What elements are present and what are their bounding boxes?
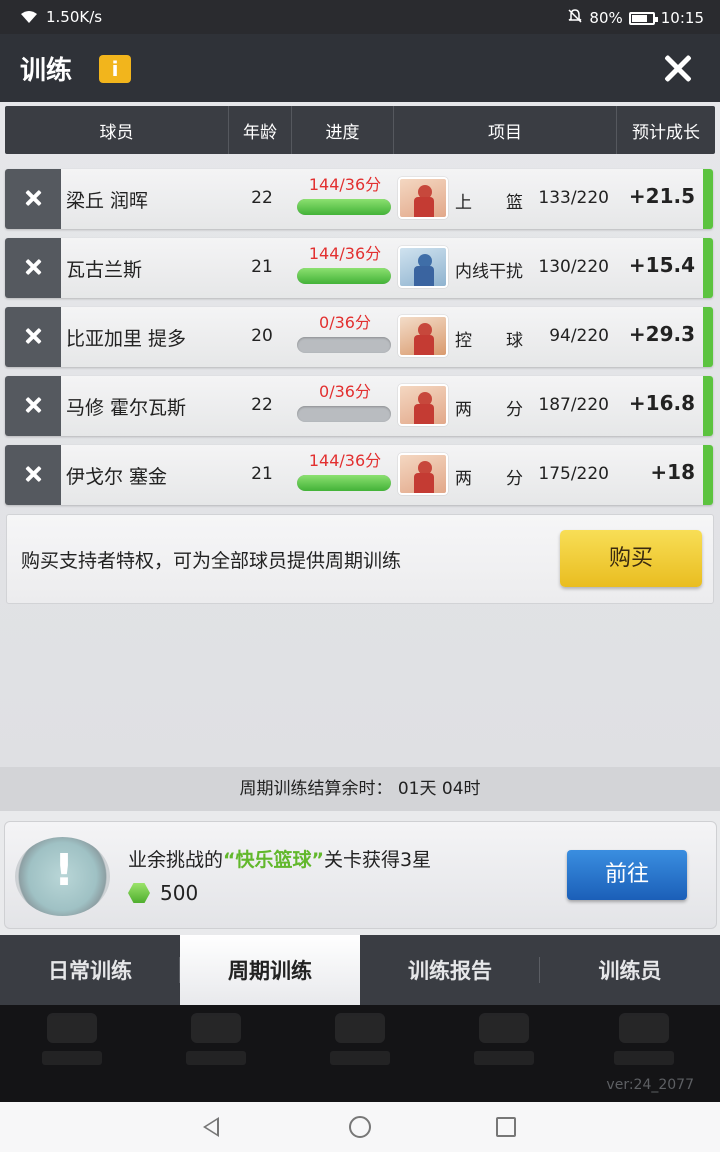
mute-icon bbox=[567, 8, 583, 28]
table-row: 比亚加里 提多 20 0/36分 控 球 94/220 +29.3 bbox=[5, 307, 713, 367]
training-item-value: 175/220 bbox=[538, 464, 609, 484]
player-name: 比亚加里 提多 bbox=[66, 328, 187, 350]
wifi-icon bbox=[20, 10, 38, 24]
table-row: 瓦古兰斯 21 144/36分 内线干扰 130/220 +15.4 bbox=[5, 238, 713, 298]
row-status-edge bbox=[703, 445, 713, 505]
home-icon[interactable] bbox=[349, 1116, 371, 1138]
back-icon[interactable] bbox=[203, 1117, 219, 1137]
training-item-value: 130/220 bbox=[538, 257, 609, 277]
blurred-nav-icon bbox=[42, 1013, 102, 1083]
reward-amount: 500 bbox=[160, 881, 199, 905]
column-age: 年龄 bbox=[229, 106, 292, 154]
bottom-tabs: 日常训练 周期训练 训练报告 训练员 bbox=[0, 935, 720, 1005]
table-row: 马修 霍尔瓦斯 22 0/36分 两 分 187/220 +16.8 bbox=[5, 376, 713, 436]
row-status-edge bbox=[703, 169, 713, 229]
table-row: 伊戈尔 塞金 21 144/36分 两 分 175/220 +18 bbox=[5, 445, 713, 505]
network-speed: 1.50K/s bbox=[46, 8, 103, 26]
table-row: 梁丘 润晖 22 144/36分 上 篮 133/220 +21.5 bbox=[5, 169, 713, 229]
remove-player-button[interactable] bbox=[5, 307, 61, 367]
remove-player-button[interactable] bbox=[5, 238, 61, 298]
tab-trainer[interactable]: 训练员 bbox=[540, 935, 720, 1005]
progress-fill bbox=[297, 268, 391, 284]
task-description: 业余挑战的“快乐篮球”关卡获得3星 bbox=[128, 849, 432, 871]
progress-fill bbox=[297, 199, 391, 215]
player-age: 22 bbox=[251, 188, 273, 208]
tab-daily-training[interactable]: 日常训练 bbox=[0, 935, 180, 1005]
promo-text: 购买支持者特权，可为全部球员提供周期训练 bbox=[21, 550, 402, 572]
progress-text: 0/36分 bbox=[319, 382, 371, 401]
progress-bar bbox=[297, 406, 391, 422]
blurred-nav-icon bbox=[614, 1013, 674, 1083]
background-game-nav: ver:24_2077 bbox=[0, 1005, 720, 1102]
expected-growth: +15.4 bbox=[628, 253, 695, 277]
battery-percent: 80% bbox=[589, 9, 623, 27]
expected-growth: +21.5 bbox=[628, 184, 695, 208]
go-button[interactable]: 前往 bbox=[567, 850, 687, 900]
column-growth: 预计成长 bbox=[632, 122, 700, 143]
column-progress: 进度 bbox=[292, 106, 394, 154]
supporter-promo: 购买支持者特权，可为全部球员提供周期训练 购买 bbox=[6, 514, 714, 604]
column-player: 球员 bbox=[5, 106, 229, 154]
player-age: 21 bbox=[251, 464, 273, 484]
training-item-value: 94/220 bbox=[549, 326, 609, 346]
clock: 10:15 bbox=[660, 9, 704, 27]
player-age: 20 bbox=[251, 326, 273, 346]
expected-growth: +29.3 bbox=[628, 322, 695, 346]
progress-text: 144/36分 bbox=[308, 451, 382, 470]
training-item-thumbnail bbox=[398, 453, 448, 495]
task-card: ! 业余挑战的“快乐篮球”关卡获得3星 500 前往 bbox=[4, 821, 717, 929]
blurred-nav-icon bbox=[186, 1013, 246, 1083]
page-title: 训练 bbox=[20, 56, 73, 86]
recent-apps-icon[interactable] bbox=[496, 1117, 516, 1137]
training-item-thumbnail bbox=[398, 315, 448, 357]
progress-fill bbox=[297, 475, 391, 491]
buy-button[interactable]: 购买 bbox=[560, 530, 702, 587]
player-age: 21 bbox=[251, 257, 273, 277]
remove-player-button[interactable] bbox=[5, 169, 61, 229]
player-name: 伊戈尔 塞金 bbox=[66, 466, 168, 488]
table-header: 球员 年龄 进度 项目 预计成长 bbox=[5, 106, 715, 154]
cycle-countdown: 周期训练结算余时： 01天 04时 bbox=[0, 767, 720, 811]
progress-bar bbox=[297, 268, 391, 284]
progress-text: 144/36分 bbox=[308, 244, 382, 263]
row-status-edge bbox=[703, 307, 713, 367]
version-label: ver:24_2077 bbox=[606, 1077, 694, 1093]
training-item-thumbnail bbox=[398, 246, 448, 288]
progress-text: 144/36分 bbox=[308, 175, 382, 194]
gem-icon bbox=[128, 883, 150, 903]
progress-text: 0/36分 bbox=[319, 313, 371, 332]
status-bar: 1.50K/s 80% 10:15 bbox=[0, 0, 720, 34]
task-reward: 500 bbox=[128, 881, 198, 905]
system-nav-bar bbox=[0, 1102, 720, 1152]
battery-icon bbox=[628, 11, 658, 25]
progress-bar bbox=[297, 337, 391, 353]
training-item-thumbnail bbox=[398, 177, 448, 219]
player-name: 瓦古兰斯 bbox=[66, 259, 143, 281]
progress-bar bbox=[297, 199, 391, 215]
training-item-value: 133/220 bbox=[538, 188, 609, 208]
remove-player-button[interactable] bbox=[5, 445, 61, 505]
tab-training-report[interactable]: 训练报告 bbox=[360, 935, 540, 1005]
player-age: 22 bbox=[251, 395, 273, 415]
training-item-value: 187/220 bbox=[538, 395, 609, 415]
info-icon[interactable]: i bbox=[99, 55, 131, 83]
row-status-edge bbox=[703, 238, 713, 298]
column-item: 项目 bbox=[394, 106, 617, 154]
training-item-thumbnail bbox=[398, 384, 448, 426]
player-name: 梁丘 润晖 bbox=[66, 190, 149, 212]
blurred-nav-icon bbox=[330, 1013, 390, 1083]
player-name: 马修 霍尔瓦斯 bbox=[66, 397, 187, 419]
task-highlight: “快乐篮球” bbox=[223, 849, 324, 871]
close-button[interactable] bbox=[658, 48, 698, 88]
title-bar: 训练 i bbox=[0, 34, 720, 102]
tab-cycle-training[interactable]: 周期训练 bbox=[180, 935, 360, 1005]
remove-player-button[interactable] bbox=[5, 376, 61, 436]
training-panel: 球员 年龄 进度 项目 预计成长 梁丘 润晖 22 144/36分 上 篮 13… bbox=[0, 102, 720, 767]
progress-bar bbox=[297, 475, 391, 491]
expected-growth: +18 bbox=[650, 460, 695, 484]
alert-icon: ! bbox=[15, 837, 110, 916]
row-status-edge bbox=[703, 376, 713, 436]
expected-growth: +16.8 bbox=[628, 391, 695, 415]
blurred-nav-icon bbox=[474, 1013, 534, 1083]
